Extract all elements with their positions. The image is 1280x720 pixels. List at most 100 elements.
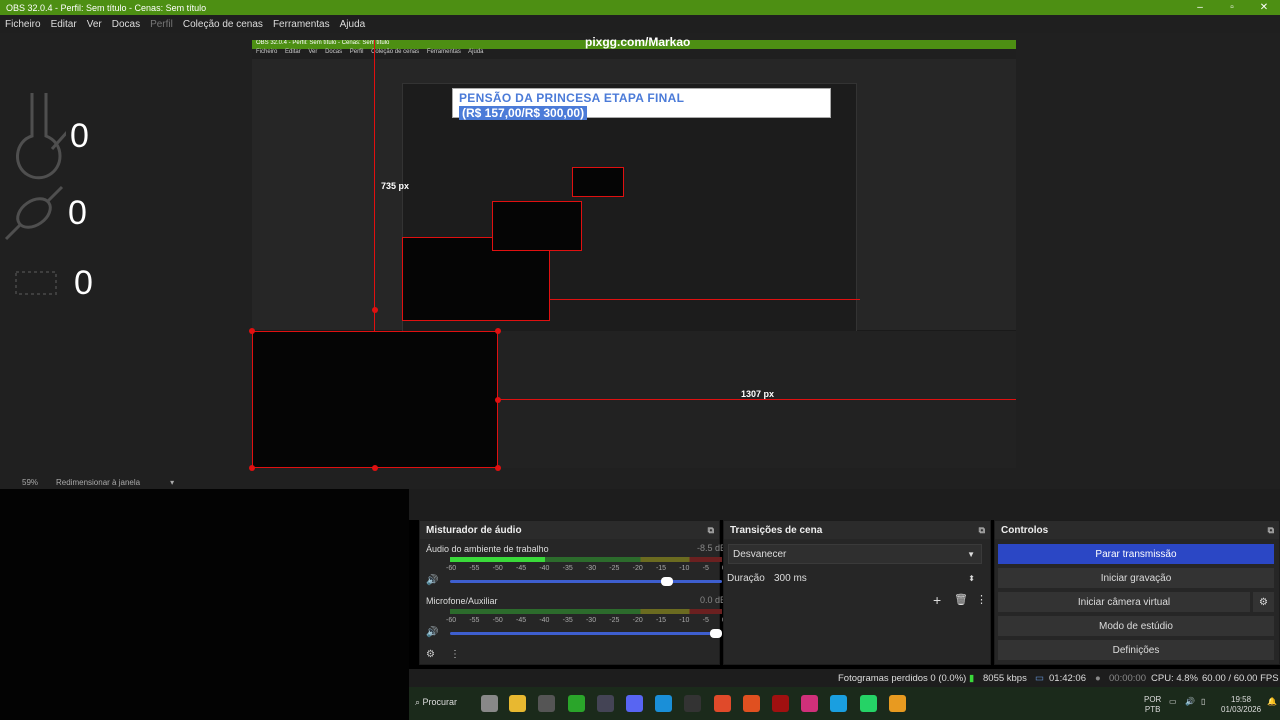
- resize-handle-tl[interactable]: [249, 328, 255, 334]
- nested-selection-box-2: [492, 201, 582, 251]
- xbox-icon[interactable]: [568, 695, 585, 712]
- volume-slider[interactable]: [450, 577, 722, 586]
- close-button[interactable]: ✕: [1248, 2, 1280, 13]
- gear-icon[interactable]: ⚙: [1253, 592, 1274, 612]
- scale-tick: -20: [632, 617, 643, 624]
- record-time: 00:00:00: [1109, 673, 1146, 684]
- notification-icon[interactable]: 🔔: [1267, 697, 1277, 707]
- resize-handle-r[interactable]: [495, 397, 501, 403]
- chevron-down-icon[interactable]: ▾: [170, 478, 174, 487]
- brave-icon[interactable]: [743, 695, 760, 712]
- resize-handle-tr[interactable]: [495, 328, 501, 334]
- volume-meter: [450, 557, 722, 562]
- whatsapp-icon[interactable]: [860, 695, 877, 712]
- battery-icon[interactable]: ▯: [1201, 697, 1205, 707]
- window-titlebar: OBS 32.0.4 - Perfil: Sem título - Cenas:…: [0, 0, 1280, 15]
- scale-tick: -25: [609, 617, 620, 624]
- nested-menu-item: Ver: [308, 49, 318, 55]
- start-virtual-camera-button[interactable]: Iniciar câmera virtual: [998, 592, 1250, 612]
- bitrate: 8055 kbps: [983, 673, 1027, 684]
- lang-bottom: PTB: [1144, 705, 1161, 714]
- dock-header: Transições de cena ⧉: [724, 521, 990, 539]
- menu-ajuda[interactable]: Ajuda: [340, 19, 366, 30]
- duration-spinbox[interactable]: 300 ms ⬍: [769, 568, 982, 588]
- file-explorer-icon[interactable]: [509, 695, 526, 712]
- language-indicator[interactable]: POR PTB: [1144, 695, 1161, 715]
- menu-editar[interactable]: Editar: [51, 19, 77, 30]
- counter-value: 0: [70, 116, 89, 155]
- instagram-icon[interactable]: [801, 695, 818, 712]
- obs-icon[interactable]: [684, 695, 701, 712]
- app-icon[interactable]: [772, 695, 789, 712]
- undock-icon[interactable]: ⧉: [979, 525, 985, 536]
- counter-value: 0: [74, 263, 93, 302]
- menu-perfil[interactable]: Perfil: [150, 19, 173, 30]
- windows-taskbar: ⌕ Procurar POR PTB ▭ 🔊 ▯ 19:58 01/03/2026 …: [409, 687, 1280, 720]
- menu-docas[interactable]: Docas: [112, 19, 140, 30]
- menu-ver[interactable]: Ver: [87, 19, 102, 30]
- candy-icon: [4, 185, 64, 241]
- gear-icon[interactable]: ⚙: [426, 649, 435, 660]
- volume-icon[interactable]: 🔊: [1185, 697, 1195, 707]
- minimize-button[interactable]: –: [1184, 2, 1216, 13]
- chrome-icon[interactable]: [714, 695, 731, 712]
- speaker-icon[interactable]: 🔊: [426, 627, 438, 638]
- guide-handle[interactable]: [372, 307, 378, 313]
- transition-selected: Desvanecer: [733, 548, 787, 560]
- studio-mode-button[interactable]: Modo de estúdio: [998, 616, 1274, 636]
- network-icon[interactable]: ▭: [1169, 697, 1177, 707]
- track-name: Microfone/Auxiliar: [426, 596, 498, 606]
- menu-colecao-cenas[interactable]: Coleção de cenas: [183, 19, 263, 30]
- record-icon: ●: [1095, 673, 1101, 684]
- spin-arrows-icon[interactable]: ⬍: [968, 574, 975, 583]
- stop-streaming-button[interactable]: Parar transmissão: [998, 544, 1274, 564]
- menu-ferramentas[interactable]: Ferramentas: [273, 19, 330, 30]
- start-recording-button[interactable]: Iniciar gravação: [998, 568, 1274, 588]
- scale-tick: -60: [446, 617, 457, 624]
- zoom-level[interactable]: 59%: [22, 478, 38, 487]
- undock-icon[interactable]: ⧉: [1268, 525, 1274, 536]
- add-icon[interactable]: +: [933, 592, 941, 608]
- mixer-track-mic: Microfone/Auxiliar 0.0 dB -60 -55 -50 -4…: [426, 595, 726, 645]
- more-options-icon[interactable]: ⋮: [450, 649, 460, 660]
- messenger-icon[interactable]: [830, 695, 847, 712]
- height-label: 735 px: [381, 181, 410, 191]
- scale-tick: -60: [446, 565, 457, 572]
- speaker-icon[interactable]: 🔊: [426, 575, 438, 586]
- edge-icon[interactable]: [655, 695, 672, 712]
- preview-area[interactable]: 0 0 0 OBS 32.0.4 - Perfil: Sem título - …: [0, 33, 1280, 475]
- volume-slider[interactable]: [450, 629, 722, 638]
- dropped-frames: Fotogramas perdidos 0 (0.0%): [838, 673, 967, 684]
- menu-ficheiro[interactable]: Ficheiro: [5, 19, 41, 30]
- scale-mode[interactable]: Redimensionar à janela: [56, 478, 140, 487]
- volume-knob[interactable]: [710, 629, 722, 638]
- resize-handle-bl[interactable]: [249, 465, 255, 471]
- discord-icon[interactable]: [626, 695, 643, 712]
- transition-select[interactable]: Desvanecer ▼: [728, 544, 982, 564]
- store-icon[interactable]: [538, 695, 555, 712]
- nested-menu-item: Ajuda: [468, 49, 484, 55]
- source-selection-box[interactable]: [252, 331, 498, 468]
- volume-knob[interactable]: [661, 577, 674, 586]
- taskbar-search[interactable]: ⌕ Procurar: [415, 697, 457, 708]
- clock[interactable]: 19:58 01/03/2026: [1221, 695, 1261, 715]
- settings-button[interactable]: Definições: [998, 640, 1274, 660]
- maximize-button[interactable]: ▫: [1216, 2, 1248, 13]
- weather-icon[interactable]: [889, 695, 906, 712]
- search-icon: ⌕: [415, 697, 423, 707]
- width-label: 1307 px: [741, 389, 775, 399]
- task-view-icon[interactable]: [481, 695, 498, 712]
- undock-icon[interactable]: ⧉: [708, 525, 714, 536]
- height-guide: [374, 40, 375, 331]
- scale-tick: -55: [469, 617, 480, 624]
- more-options-icon[interactable]: ⋮: [976, 593, 987, 606]
- resize-handle-b[interactable]: [372, 465, 378, 471]
- scale-tick: -15: [655, 565, 667, 572]
- counter-item: 0: [6, 258, 93, 308]
- scale-tick: -10: [679, 617, 690, 624]
- steam-icon[interactable]: [597, 695, 614, 712]
- resize-handle-br[interactable]: [495, 465, 501, 471]
- trash-icon[interactable]: 🗑: [954, 593, 968, 606]
- scale-tick: -25: [609, 565, 620, 572]
- scale-tick: -50: [492, 565, 503, 572]
